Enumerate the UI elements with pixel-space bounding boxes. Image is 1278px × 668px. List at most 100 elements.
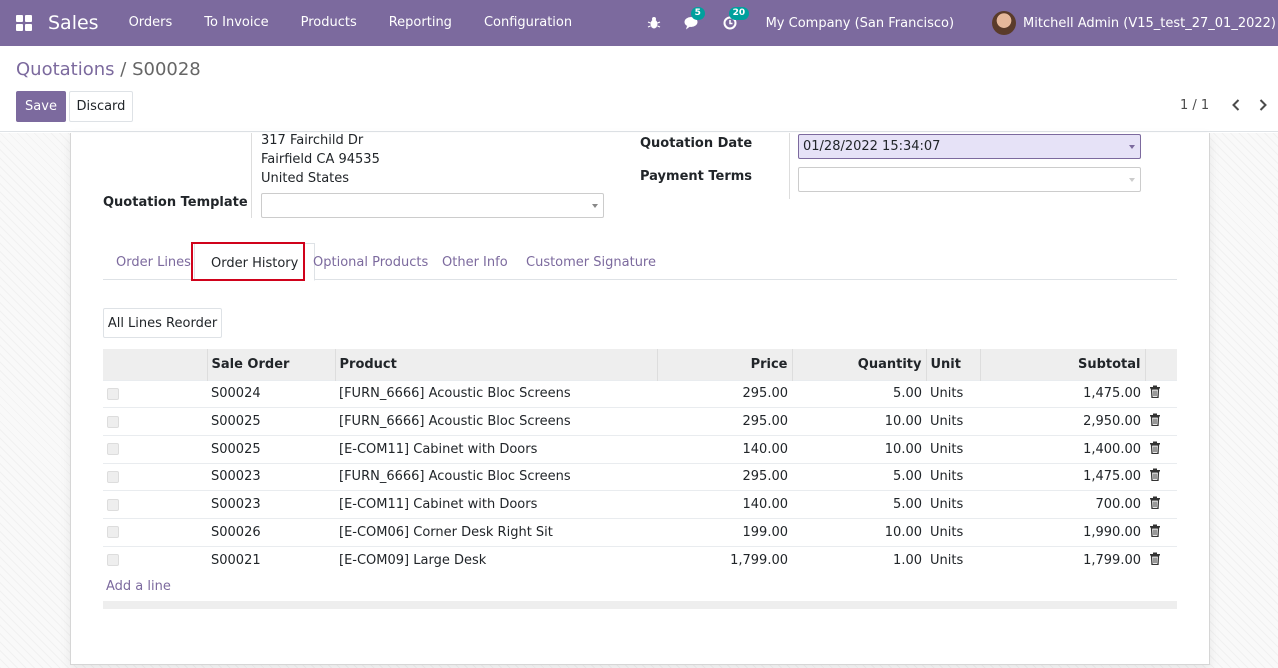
tab-other-info[interactable]: Other Info <box>442 255 508 270</box>
cell-price: 1,799.00 <box>657 545 792 574</box>
address-line-3: United States <box>261 171 350 186</box>
cell-sale-order: S00026 <box>207 517 335 547</box>
chevron-down-icon <box>1129 145 1135 149</box>
breadcrumb-separator: / <box>114 59 133 80</box>
cell-quantity: 5.00 <box>792 490 926 519</box>
table-row[interactable]: S00023 [E-COM11] Cabinet with Doors 140.… <box>103 490 1177 519</box>
cell-quantity: 10.00 <box>792 434 926 464</box>
cell-subtotal: 1,990.00 <box>980 517 1145 547</box>
table-footer <box>103 601 1177 609</box>
cell-product: [E-COM09] Large Desk <box>335 545 657 574</box>
quotation-date-value: 01/28/2022 15:34:07 <box>803 139 941 154</box>
cell-subtotal: 1,475.00 <box>980 462 1145 491</box>
menu-to-invoice[interactable]: To Invoice <box>188 0 284 46</box>
cell-unit: Units <box>926 517 980 547</box>
table-header-row: Sale Order Product Price Quantity Unit S… <box>103 349 1177 380</box>
cell-product: [E-COM11] Cabinet with Doors <box>335 434 657 464</box>
cell-price: 140.00 <box>657 434 792 464</box>
menu-configuration[interactable]: Configuration <box>468 0 588 46</box>
trash-icon[interactable] <box>1149 496 1161 513</box>
table-row[interactable]: S00024 [FURN_6666] Acoustic Bloc Screens… <box>103 379 1177 408</box>
cell-sale-order: S00025 <box>207 434 335 464</box>
cell-price: 295.00 <box>657 462 792 491</box>
header-select <box>103 349 208 380</box>
add-a-line-link[interactable]: Add a line <box>106 579 171 594</box>
row-checkbox[interactable] <box>107 415 119 428</box>
row-checkbox[interactable] <box>107 443 119 456</box>
cell-product: [FURN_6666] Acoustic Bloc Screens <box>335 462 657 491</box>
discard-button[interactable]: Discard <box>69 91 133 122</box>
bug-icon[interactable] <box>644 13 664 33</box>
header-quantity[interactable]: Quantity <box>792 349 927 380</box>
tab-order-lines[interactable]: Order Lines <box>116 255 191 270</box>
messages-icon[interactable]: 5 <box>682 7 705 33</box>
menu-products[interactable]: Products <box>285 0 373 46</box>
quotation-template-select[interactable] <box>261 193 604 218</box>
table-row[interactable]: S00023 [FURN_6666] Acoustic Bloc Screens… <box>103 462 1177 491</box>
row-checkbox[interactable] <box>107 498 119 511</box>
trash-icon[interactable] <box>1149 524 1161 541</box>
form-view-area: 317 Fairchild Dr Fairfield CA 94535 Unit… <box>0 133 1278 668</box>
user-name: Mitchell Admin (V15_test_27_01_2022) <box>1023 15 1276 31</box>
user-menu[interactable]: Mitchell Admin (V15_test_27_01_2022) <box>992 11 1278 35</box>
form-sheet: 317 Fairchild Dr Fairfield CA 94535 Unit… <box>70 133 1210 665</box>
pager-value[interactable]: 1 / 1 <box>1180 98 1209 113</box>
cell-sale-order: S00023 <box>207 490 335 519</box>
trash-icon[interactable] <box>1149 552 1161 569</box>
table-row[interactable]: S00026 [E-COM06] Corner Desk Right Sit 1… <box>103 517 1177 547</box>
pager-next-icon[interactable] <box>1255 97 1271 113</box>
navbar-systray: 5 20 My Company (San Francisco) Mitchell… <box>626 0 1278 46</box>
header-price[interactable]: Price <box>657 349 793 380</box>
all-lines-reorder-button[interactable]: All Lines Reorder <box>103 308 222 338</box>
cell-unit: Units <box>926 407 980 436</box>
cell-unit: Units <box>926 490 980 519</box>
header-product[interactable]: Product <box>335 349 658 380</box>
breadcrumb-current: S00028 <box>132 59 201 80</box>
field-divider <box>251 133 252 218</box>
header-sale-order[interactable]: Sale Order <box>207 349 336 380</box>
menu-orders[interactable]: Orders <box>113 0 189 46</box>
table-row[interactable]: S00025 [E-COM11] Cabinet with Doors 140.… <box>103 434 1177 464</box>
menu-reporting[interactable]: Reporting <box>373 0 468 46</box>
address-line-1: 317 Fairchild Dr <box>261 133 364 148</box>
quotation-date-input[interactable]: 01/28/2022 15:34:07 <box>798 134 1141 159</box>
cell-sale-order: S00021 <box>207 545 335 574</box>
table-row[interactable]: S00025 [FURN_6666] Acoustic Bloc Screens… <box>103 407 1177 436</box>
address-line-2: Fairfield CA 94535 <box>261 152 380 167</box>
cell-quantity: 5.00 <box>792 462 926 491</box>
row-checkbox[interactable] <box>107 554 119 567</box>
cell-unit: Units <box>926 462 980 491</box>
main-menu: Orders To Invoice Products Reporting Con… <box>113 0 589 46</box>
trash-icon[interactable] <box>1149 441 1161 458</box>
breadcrumb-quotations[interactable]: Quotations <box>16 59 115 80</box>
payment-terms-select[interactable] <box>798 167 1141 192</box>
company-switcher[interactable]: My Company (San Francisco) <box>766 16 954 31</box>
save-button[interactable]: Save <box>16 91 66 122</box>
cell-unit: Units <box>926 434 980 464</box>
row-checkbox[interactable] <box>107 470 119 483</box>
header-actions <box>1145 349 1177 380</box>
table-row[interactable]: S00021 [E-COM09] Large Desk 1,799.00 1.0… <box>103 545 1177 574</box>
tab-optional-products[interactable]: Optional Products <box>313 255 428 270</box>
trash-icon[interactable] <box>1149 468 1161 485</box>
app-name[interactable]: Sales <box>48 12 99 34</box>
cell-unit: Units <box>926 379 980 408</box>
cell-unit: Units <box>926 545 980 574</box>
cell-price: 199.00 <box>657 517 792 547</box>
activities-icon[interactable]: 20 <box>720 7 750 33</box>
activities-badge: 20 <box>728 7 750 20</box>
row-checkbox[interactable] <box>107 526 119 539</box>
trash-icon[interactable] <box>1149 413 1161 430</box>
row-checkbox[interactable] <box>107 387 119 400</box>
field-divider <box>789 133 790 199</box>
cell-product: [FURN_6666] Acoustic Bloc Screens <box>335 407 657 436</box>
apps-menu-icon[interactable] <box>16 15 32 31</box>
trash-icon[interactable] <box>1149 385 1161 402</box>
header-unit[interactable]: Unit <box>926 349 981 380</box>
chevron-down-icon <box>592 204 598 208</box>
cell-price: 140.00 <box>657 490 792 519</box>
tab-customer-signature[interactable]: Customer Signature <box>526 255 656 270</box>
order-history-table: Sale Order Product Price Quantity Unit S… <box>103 349 1177 574</box>
header-subtotal[interactable]: Subtotal <box>980 349 1146 380</box>
pager-previous-icon[interactable] <box>1228 97 1244 113</box>
